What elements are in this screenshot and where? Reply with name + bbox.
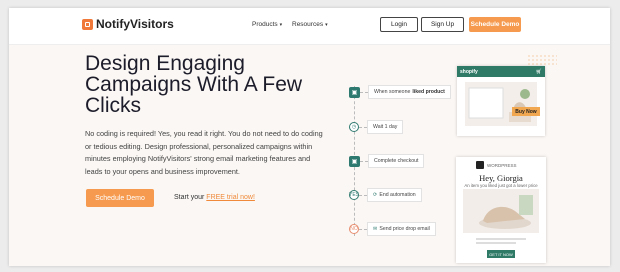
- connector: [360, 160, 368, 162]
- wait-pill: Wait 1 day: [367, 120, 404, 134]
- connector: [359, 228, 367, 230]
- login-button[interactable]: Login: [380, 17, 418, 32]
- flow-step-checkout: ▣ Complete checkout: [349, 154, 425, 168]
- trigger-text: When someone: [374, 89, 411, 95]
- logo-icon: [82, 18, 93, 30]
- cart-icon: ▣: [349, 86, 360, 98]
- email-text-lines: [476, 238, 526, 246]
- nav-resources-label: Resources: [292, 21, 324, 28]
- email-sender: WORDPRESS: [476, 161, 517, 169]
- flow-step-yes: YES ⟳ End automation: [349, 188, 422, 202]
- free-trial-link[interactable]: FREE trial now!: [206, 194, 255, 201]
- hero-description: No coding is required! Yes, you read it …: [85, 129, 323, 176]
- end-automation-text: End automation: [379, 192, 416, 198]
- trial-prefix: Start your: [174, 194, 207, 201]
- check-icon: ⟳: [373, 192, 378, 198]
- email-subline: An item you liked just got a lower price: [464, 183, 538, 188]
- flow-step-trigger: ▣ When someone liked product: [349, 85, 451, 99]
- connector: [359, 126, 367, 128]
- buy-now-button[interactable]: Buy Now: [512, 107, 540, 116]
- end-automation-pill: ⟳ End automation: [367, 188, 422, 202]
- cart-icon: 🛒︎: [535, 68, 542, 75]
- mail-icon: ✉: [373, 226, 378, 232]
- trigger-bold: liked product: [412, 89, 445, 95]
- hero-title: Design Engaging Campaigns With A Few Cli…: [85, 52, 303, 117]
- nav-products-label: Products: [252, 21, 278, 28]
- shopify-logo: shopify: [460, 68, 478, 75]
- chevron-down-icon: ▾: [325, 21, 328, 28]
- flow-step-wait: ◷ Wait 1 day: [349, 120, 404, 134]
- wordpress-icon: [476, 161, 484, 169]
- page-frame: NotifyVisitors Products ▾ Resources ▾ Logi…: [9, 8, 610, 266]
- cart-icon: ▣: [349, 155, 360, 167]
- text-line: [476, 238, 526, 240]
- shoe-illustration: [479, 195, 533, 229]
- decorative-dots: [527, 54, 557, 66]
- schedule-demo-button[interactable]: Schedule Demo: [469, 17, 521, 32]
- connector: [359, 194, 367, 196]
- email-product-image: [463, 189, 539, 233]
- no-badge: NO: [349, 224, 359, 234]
- shopify-header: shopify 🛒︎: [457, 66, 545, 77]
- trigger-pill: When someone liked product: [368, 85, 451, 99]
- trial-text: Start your FREE trial now!: [174, 194, 255, 201]
- send-email-text: Send price drop email: [379, 226, 430, 232]
- nav-resources[interactable]: Resources ▾: [292, 21, 328, 28]
- product-image: [465, 82, 537, 126]
- get-it-now-button[interactable]: GET IT NOW: [487, 250, 515, 258]
- hero-schedule-demo-button[interactable]: Schedule Demo: [86, 189, 154, 207]
- logo[interactable]: NotifyVisitors: [82, 17, 174, 31]
- signup-button[interactable]: Sign Up: [421, 17, 464, 32]
- checkout-pill: Complete checkout: [368, 154, 425, 168]
- email-preview-card: WORDPRESS Hey, Giorgia An item you liked…: [456, 157, 546, 263]
- header: NotifyVisitors Products ▾ Resources ▾ Logi…: [9, 8, 610, 45]
- logo-text: NotifyVisitors: [96, 17, 174, 31]
- clock-icon: ◷: [349, 122, 359, 132]
- text-line: [476, 242, 516, 244]
- nav-products[interactable]: Products ▾: [252, 21, 282, 28]
- connector: [360, 91, 368, 93]
- send-email-pill: ✉ Send price drop email: [367, 222, 436, 236]
- product-illustration: [468, 87, 531, 122]
- chevron-down-icon: ▾: [279, 21, 283, 28]
- email-greeting: Hey, Giorgia: [479, 173, 523, 183]
- shopify-product-card: shopify 🛒︎ Buy Now: [457, 66, 545, 136]
- flow-step-no: NO ✉ Send price drop email: [349, 222, 436, 236]
- sender-name: WORDPRESS: [487, 162, 517, 168]
- yes-badge: YES: [349, 190, 360, 200]
